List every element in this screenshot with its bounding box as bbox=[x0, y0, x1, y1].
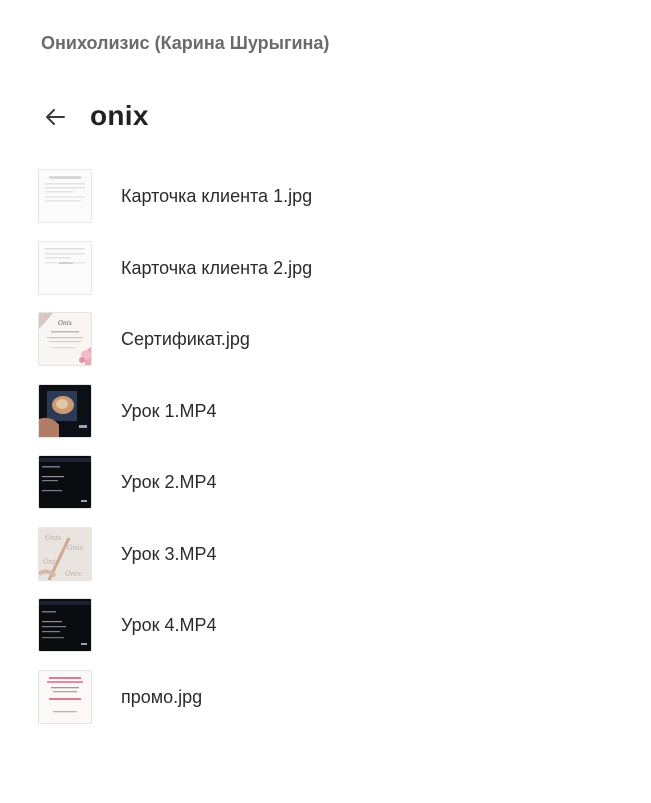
file-row[interactable]: Карточка клиента 1.jpg bbox=[38, 169, 628, 241]
file-thumbnail bbox=[38, 598, 92, 652]
file-row[interactable]: Onix Onix Onix Onix Урок 3.MP4 bbox=[38, 526, 628, 599]
file-row[interactable]: Карточка клиента 2.jpg bbox=[38, 240, 628, 313]
file-name: Урок 3.MP4 bbox=[121, 543, 217, 564]
file-thumbnail: Onix Onix Onix Onix bbox=[38, 526, 92, 581]
arrow-left-icon bbox=[43, 107, 67, 132]
file-thumbnail bbox=[38, 240, 92, 295]
file-thumbnail bbox=[38, 455, 92, 509]
svg-text:Onix: Onix bbox=[67, 544, 83, 552]
file-name: Урок 2.MP4 bbox=[121, 472, 217, 492]
file-name: Карточка клиента 1.jpg bbox=[121, 186, 313, 206]
file-thumbnail bbox=[38, 669, 92, 724]
file-thumbnail bbox=[38, 383, 92, 438]
file-name: промо.jpg bbox=[121, 686, 203, 707]
svg-text:Onix: Onix bbox=[45, 534, 61, 542]
file-name: Урок 4.MP4 bbox=[121, 615, 217, 635]
file-name: Карточка клиента 2.jpg bbox=[121, 257, 313, 278]
folder-title: onix bbox=[90, 100, 149, 131]
file-row[interactable]: Урок 2.MP4 bbox=[38, 455, 628, 527]
file-name: Сертификат.jpg bbox=[121, 329, 250, 349]
file-name: Урок 1.MP4 bbox=[121, 400, 217, 421]
file-row[interactable]: Урок 1.MP4 bbox=[38, 383, 628, 456]
svg-text:Onix: Onix bbox=[65, 570, 81, 578]
file-thumbnail: Onix bbox=[38, 312, 92, 366]
breadcrumb[interactable]: Онихолизис (Карина Шурыгина) bbox=[41, 33, 329, 54]
back-button[interactable] bbox=[38, 103, 72, 135]
file-row[interactable]: Урок 4.MP4 bbox=[38, 598, 628, 670]
file-row[interactable]: промо.jpg bbox=[38, 669, 628, 742]
svg-text:Onix: Onix bbox=[58, 320, 73, 327]
file-list: Карточка клиента 1.jpg Карточка клиента … bbox=[38, 169, 628, 741]
file-row[interactable]: Onix Сертификат.jpg bbox=[38, 312, 628, 384]
file-thumbnail bbox=[38, 169, 92, 223]
